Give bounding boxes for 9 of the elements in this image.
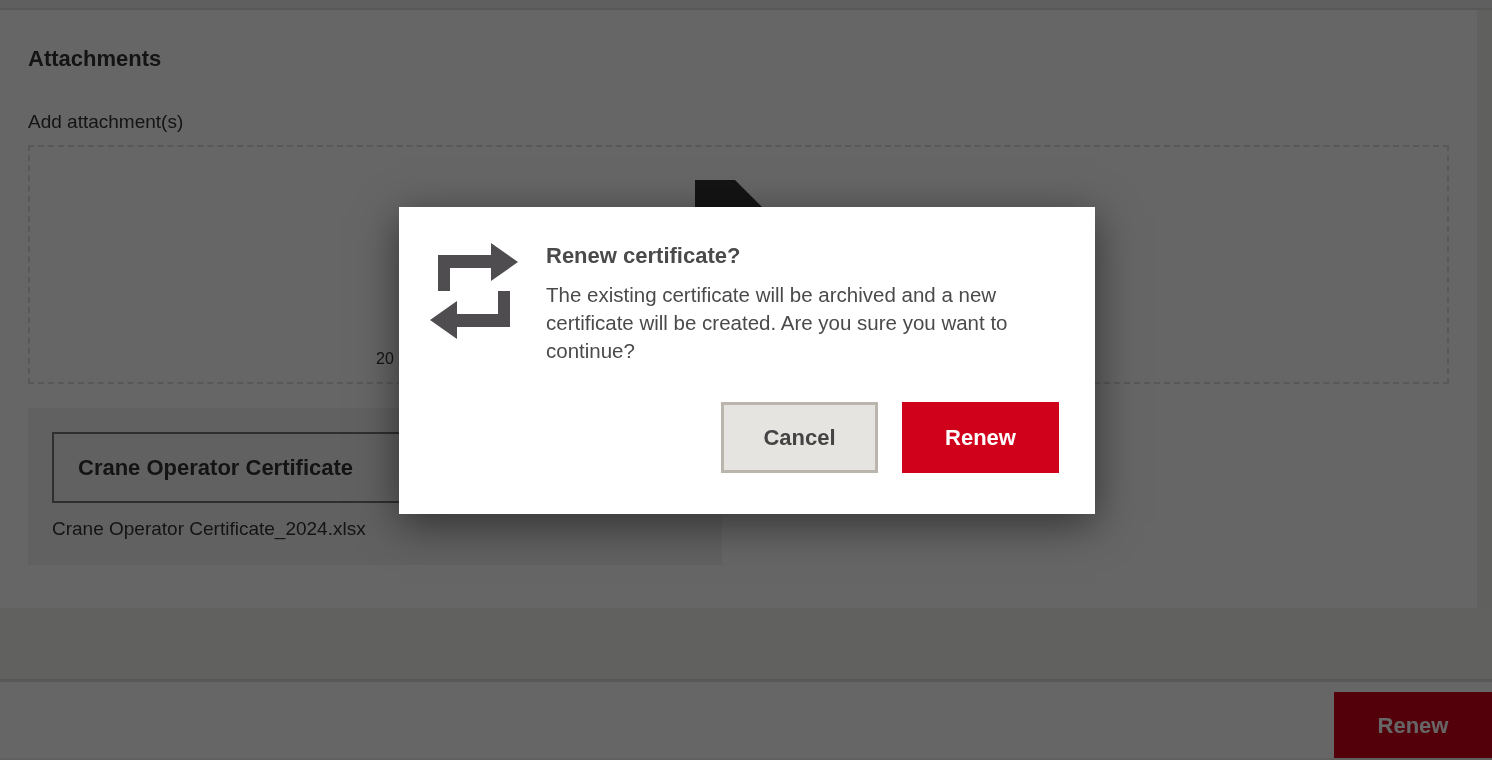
confirm-button[interactable]: Renew: [902, 402, 1059, 474]
dialog-title: Renew certificate?: [546, 243, 742, 270]
attachment-filename: Crane Operator Certificate_2024.xlsx: [52, 516, 367, 542]
dialog-message: The existing certificate will be archived and a new certificate will be created. Are you sure you want to continue?: [546, 282, 1009, 365]
cancel-button[interactable]: Cancel: [721, 402, 878, 474]
field-label: Add attachment(s): [28, 110, 185, 135]
drop-hint: 20: [376, 348, 394, 369]
repeat-icon: [430, 243, 518, 339]
section-title: Attachments: [28, 46, 163, 73]
